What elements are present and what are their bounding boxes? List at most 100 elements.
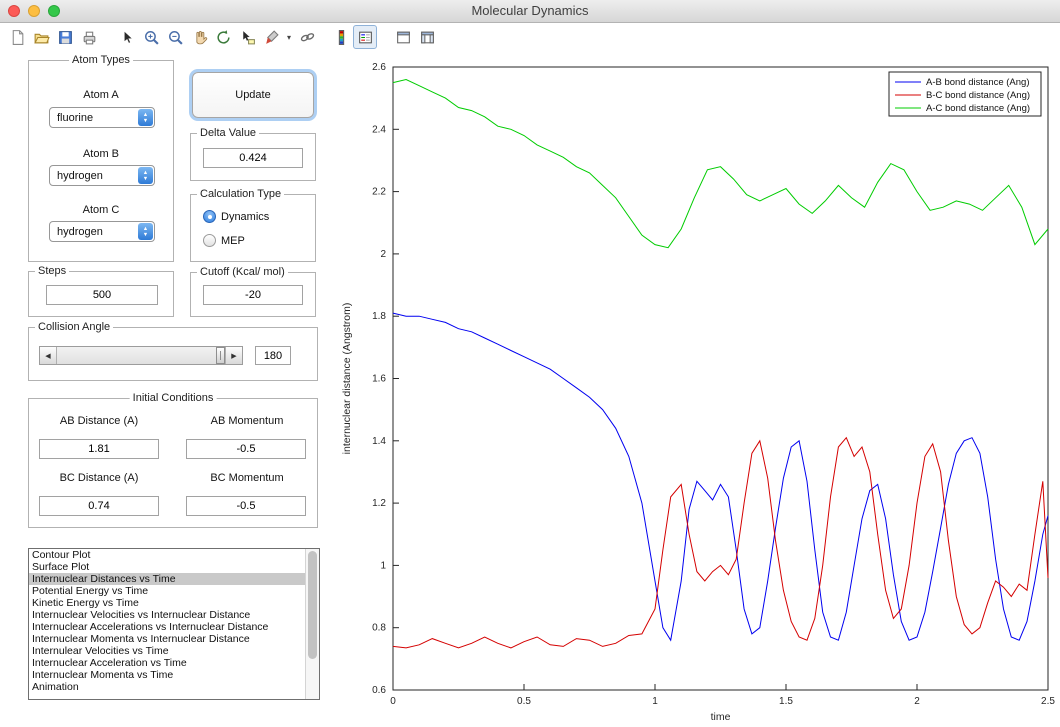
dropdown-stepper-icon: ▲ ▼ (138, 109, 153, 126)
bc-distance-input[interactable] (39, 496, 159, 516)
insert-legend-icon[interactable] (353, 25, 377, 49)
svg-text:2.2: 2.2 (372, 187, 386, 198)
rotate-3d-icon[interactable] (211, 25, 235, 49)
list-item[interactable]: Internuclear Distances vs Time (29, 573, 319, 585)
zoom-out-icon[interactable] (163, 25, 187, 49)
collision-angle-input[interactable] (255, 346, 291, 365)
svg-text:A-B bond distance (Ang): A-B bond distance (Ang) (926, 77, 1030, 88)
atom-types-panel: Atom Types Atom A fluorine ▲ ▼ Atom B hyd… (28, 54, 174, 262)
bc-momentum-label: BC Momentum (210, 472, 284, 484)
svg-text:1.6: 1.6 (372, 374, 386, 385)
collision-angle-panel: Collision Angle ◀ ▶ (28, 321, 318, 381)
data-cursor-icon[interactable] (235, 25, 259, 49)
zoom-in-icon[interactable] (139, 25, 163, 49)
scrollbar-thumb[interactable] (308, 551, 317, 659)
atom-types-panel-title: Atom Types (69, 54, 133, 66)
svg-text:2.4: 2.4 (372, 124, 386, 135)
update-button[interactable]: Update (192, 72, 314, 118)
link-plot-icon[interactable] (295, 25, 319, 49)
show-plot-tools-icon[interactable] (415, 25, 439, 49)
atom-b-value: hydrogen (57, 169, 103, 182)
svg-text:1.5: 1.5 (779, 696, 793, 707)
atom-a-dropdown[interactable]: fluorine ▲ ▼ (49, 107, 155, 128)
dynamics-radio[interactable]: Dynamics (203, 209, 269, 224)
svg-text:0: 0 (390, 696, 396, 707)
titlebar: Molecular Dynamics (0, 0, 1060, 23)
svg-text:1: 1 (380, 560, 386, 571)
mep-radio-label: MEP (221, 234, 245, 247)
list-item[interactable]: Internuclear Accelerations vs Internucle… (29, 621, 319, 633)
edit-plot-icon[interactable] (115, 25, 139, 49)
atom-a-value: fluorine (57, 111, 94, 124)
cutoff-panel: Cutoff (Kcal/ mol) (190, 266, 316, 317)
atom-b-label: Atom B (82, 148, 120, 160)
svg-text:1.4: 1.4 (372, 436, 386, 447)
mep-radio[interactable]: MEP (203, 233, 245, 248)
steps-panel: Steps (28, 265, 174, 317)
slider-left-arrow-icon[interactable]: ◀ (40, 347, 57, 364)
steps-panel-title: Steps (35, 265, 70, 277)
list-item[interactable]: Potential Energy vs Time (29, 585, 319, 597)
pan-icon[interactable] (187, 25, 211, 49)
svg-text:2: 2 (380, 249, 386, 260)
calculation-type-panel-title: Calculation Type (197, 188, 285, 200)
list-item[interactable]: Internuclear Acceleration vs Time (29, 657, 319, 669)
dynamics-radio-label: Dynamics (221, 210, 270, 223)
atom-c-value: hydrogen (57, 225, 103, 238)
ab-distance-label: AB Distance (A) (59, 415, 139, 427)
svg-text:time: time (711, 711, 731, 722)
plot-canvas[interactable]: 0 0.5 1 1.5 2 2.5 0.6 0.8 1 1.2 1.4 1.6 1.8 2 2.2 2.4 2.… (336, 50, 1058, 723)
collision-angle-panel-title: Collision Angle (35, 321, 114, 333)
list-item[interactable]: Animation (29, 681, 319, 693)
svg-text:2: 2 (914, 696, 920, 707)
atom-c-dropdown[interactable]: hydrogen ▲ ▼ (49, 221, 155, 242)
list-item[interactable]: Internuclear Momenta vs Time (29, 669, 319, 681)
atom-b-dropdown[interactable]: hydrogen ▲ ▼ (49, 165, 155, 186)
list-item[interactable]: Internuclear Velocities vs Internuclear … (29, 609, 319, 621)
atom-c-label: Atom C (82, 204, 120, 216)
figure-window: Molecular Dynamics ▾ Atom Types Atom A f… (0, 0, 1060, 725)
svg-text:A-C bond distance (Ang): A-C bond distance (Ang) (926, 103, 1030, 114)
listbox-scrollbar[interactable] (305, 549, 319, 699)
plot-type-listbox[interactable]: Contour Plot Surface Plot Internuclear Dis… (28, 548, 320, 700)
list-item[interactable]: Surface Plot (29, 561, 319, 573)
dropdown-stepper-icon: ▲ ▼ (138, 167, 153, 184)
delta-value-panel-title: Delta Value (197, 127, 260, 139)
hide-plot-tools-icon[interactable] (391, 25, 415, 49)
delta-value-panel: Delta Value (190, 127, 316, 181)
ab-momentum-input[interactable] (186, 439, 306, 459)
svg-text:2.6: 2.6 (372, 62, 386, 73)
svg-text:0.5: 0.5 (517, 696, 531, 707)
brush-menu-icon[interactable]: ▾ (283, 25, 295, 49)
svg-text:0.8: 0.8 (372, 623, 386, 634)
radio-selected-icon (203, 210, 216, 223)
list-item[interactable]: Internulear Velocities vs Time (29, 645, 319, 657)
svg-text:2.5: 2.5 (1041, 696, 1055, 707)
ab-distance-input[interactable] (39, 439, 159, 459)
print-figure-icon[interactable] (77, 25, 101, 49)
list-item[interactable]: Internuclear Momenta vs Internuclear Dis… (29, 633, 319, 645)
steps-input[interactable] (46, 285, 158, 305)
open-file-icon[interactable] (29, 25, 53, 49)
cutoff-input[interactable] (203, 285, 303, 305)
list-item[interactable]: Contour Plot (29, 549, 319, 561)
delta-value-input[interactable] (203, 148, 303, 168)
slider-right-arrow-icon[interactable]: ▶ (225, 347, 242, 364)
brush-icon[interactable] (259, 25, 283, 49)
svg-text:1: 1 (652, 696, 658, 707)
list-item[interactable]: Kinetic Energy vs Time (29, 597, 319, 609)
svg-text:internuclear distance (Angstro: internuclear distance (Angstrom) (341, 303, 353, 455)
svg-text:0.6: 0.6 (372, 685, 386, 696)
initial-conditions-panel: Initial Conditions AB Distance (A) AB Mo… (28, 392, 318, 528)
plot-area[interactable]: 0 0.5 1 1.5 2 2.5 0.6 0.8 1 1.2 1.4 1.6 1.8 2 2.2 2.4 2.… (336, 50, 1058, 723)
dropdown-stepper-icon: ▲ ▼ (138, 223, 153, 240)
insert-colorbar-icon[interactable] (329, 25, 353, 49)
save-figure-icon[interactable] (53, 25, 77, 49)
slider-thumb[interactable] (216, 347, 225, 364)
initial-conditions-panel-title: Initial Conditions (129, 392, 217, 404)
ab-momentum-label: AB Momentum (210, 415, 284, 427)
collision-angle-slider[interactable]: ◀ ▶ (39, 346, 243, 365)
new-figure-icon[interactable] (5, 25, 29, 49)
bc-momentum-input[interactable] (186, 496, 306, 516)
atom-a-label: Atom A (83, 89, 119, 101)
